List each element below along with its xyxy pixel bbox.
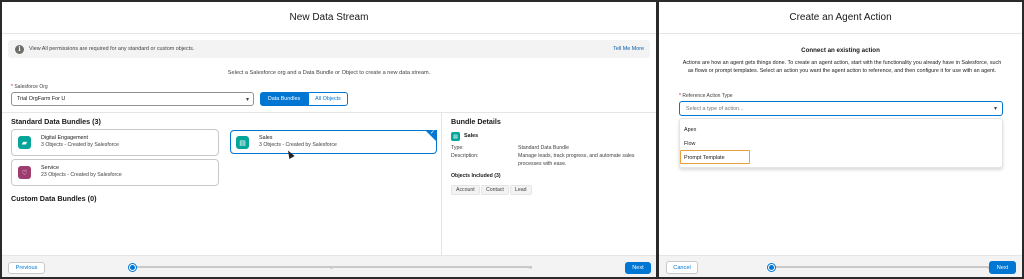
new-data-stream-modal: New Data Stream i View All permissions a… <box>2 2 656 277</box>
objects-included-heading: Objects Included (3) <box>451 173 501 179</box>
heart-icon: ♡ <box>18 166 31 179</box>
previous-button[interactable]: Previous <box>8 262 45 274</box>
reference-action-type-label: * Reference Action Type <box>679 93 733 99</box>
progress-step-current <box>768 263 775 271</box>
object-pill: Account <box>451 185 480 195</box>
chevron-down-icon: ▾ <box>993 106 997 112</box>
card-title: Service <box>41 165 59 171</box>
modal-title: New Data Stream <box>2 2 656 34</box>
card-subtitle: 3 Objects - Created by Salesforce <box>41 142 119 148</box>
next-button[interactable]: Next <box>989 261 1016 274</box>
field-label-text: Reference Action Type <box>682 93 733 99</box>
data-bundles-toggle[interactable]: Data Bundles <box>260 92 308 106</box>
create-agent-action-modal: Create an Agent Action Connect an existi… <box>659 2 1022 277</box>
divider <box>441 113 442 255</box>
card-title: Sales <box>259 135 273 141</box>
instruction-text: Select a Salesforce org and a Data Bundl… <box>227 70 431 76</box>
digital-engagement-card[interactable]: ▰ Digital Engagement 3 Objects - Created… <box>11 129 219 156</box>
chat-icon: ▰ <box>18 136 31 149</box>
description-label: Description: <box>451 153 479 159</box>
description-value: Manage leads, track progress, and automa… <box>518 153 635 167</box>
modal-title: Create an Agent Action <box>659 2 1022 34</box>
check-icon: ✓ <box>429 130 435 136</box>
salesforce-org-select[interactable]: Trial OrgFarm For U ▾ <box>11 92 254 106</box>
info-text: View All permissions are required for an… <box>29 46 195 52</box>
type-value: Standard Data Bundle <box>518 145 570 151</box>
progress-step <box>529 265 532 269</box>
progress-track <box>771 266 989 268</box>
bundle-details-heading: Bundle Details <box>451 117 501 126</box>
option-apex[interactable]: Apex <box>684 127 696 133</box>
all-objects-toggle[interactable]: All Objects <box>308 92 348 106</box>
org-label-text: Salesforce Org <box>14 84 48 90</box>
object-pill: Contact <box>481 185 509 195</box>
next-button[interactable]: Next <box>625 262 651 274</box>
chevron-down-icon: ▾ <box>245 97 249 103</box>
service-card[interactable]: ♡ Service 23 Objects - Created by Salesf… <box>11 159 219 186</box>
required-marker: * <box>679 93 681 99</box>
card-subtitle: 23 Objects - Created by Salesforce <box>41 172 122 178</box>
info-banner: i View All permissions are required for … <box>8 40 650 58</box>
highlight-box <box>680 150 750 164</box>
bundle-name: Sales <box>464 133 479 139</box>
connect-heading: Connect an existing action <box>801 47 880 54</box>
card-subtitle: 3 Objects - Created by Salesforce <box>259 142 337 148</box>
standard-bundles-heading: Standard Data Bundles (3) <box>11 117 101 126</box>
required-marker: * <box>11 84 13 90</box>
card-title: Digital Engagement <box>41 135 89 141</box>
sales-card[interactable]: ▤ Sales 3 Objects - Created by Salesforc… <box>230 130 437 154</box>
progress-step <box>330 265 333 269</box>
object-pill: Lead <box>510 185 532 195</box>
divider <box>2 112 656 113</box>
progress-step-current <box>129 263 136 271</box>
option-flow[interactable]: Flow <box>684 141 695 147</box>
opportunity-icon: ▤ <box>451 132 460 141</box>
opportunity-icon: ▤ <box>236 136 249 149</box>
modal-footer: Previous Next <box>2 255 656 277</box>
description-text: Actions are how an agent gets things don… <box>682 60 1002 74</box>
info-icon: i <box>15 44 24 54</box>
reference-action-type-combobox[interactable]: Select a type of action... ▾ <box>679 101 1003 116</box>
type-label: Type: <box>451 145 464 151</box>
org-select-value: Trial OrgFarm For U <box>17 96 66 102</box>
cancel-button[interactable]: Cancel <box>666 261 698 274</box>
combobox-placeholder: Select a type of action... <box>686 105 744 112</box>
custom-bundles-heading: Custom Data Bundles (0) <box>11 194 97 203</box>
tell-me-more-link[interactable]: Tell Me More <box>613 46 644 52</box>
org-label: * Salesforce Org <box>11 84 48 90</box>
modal-footer: Cancel Next <box>659 255 1022 277</box>
